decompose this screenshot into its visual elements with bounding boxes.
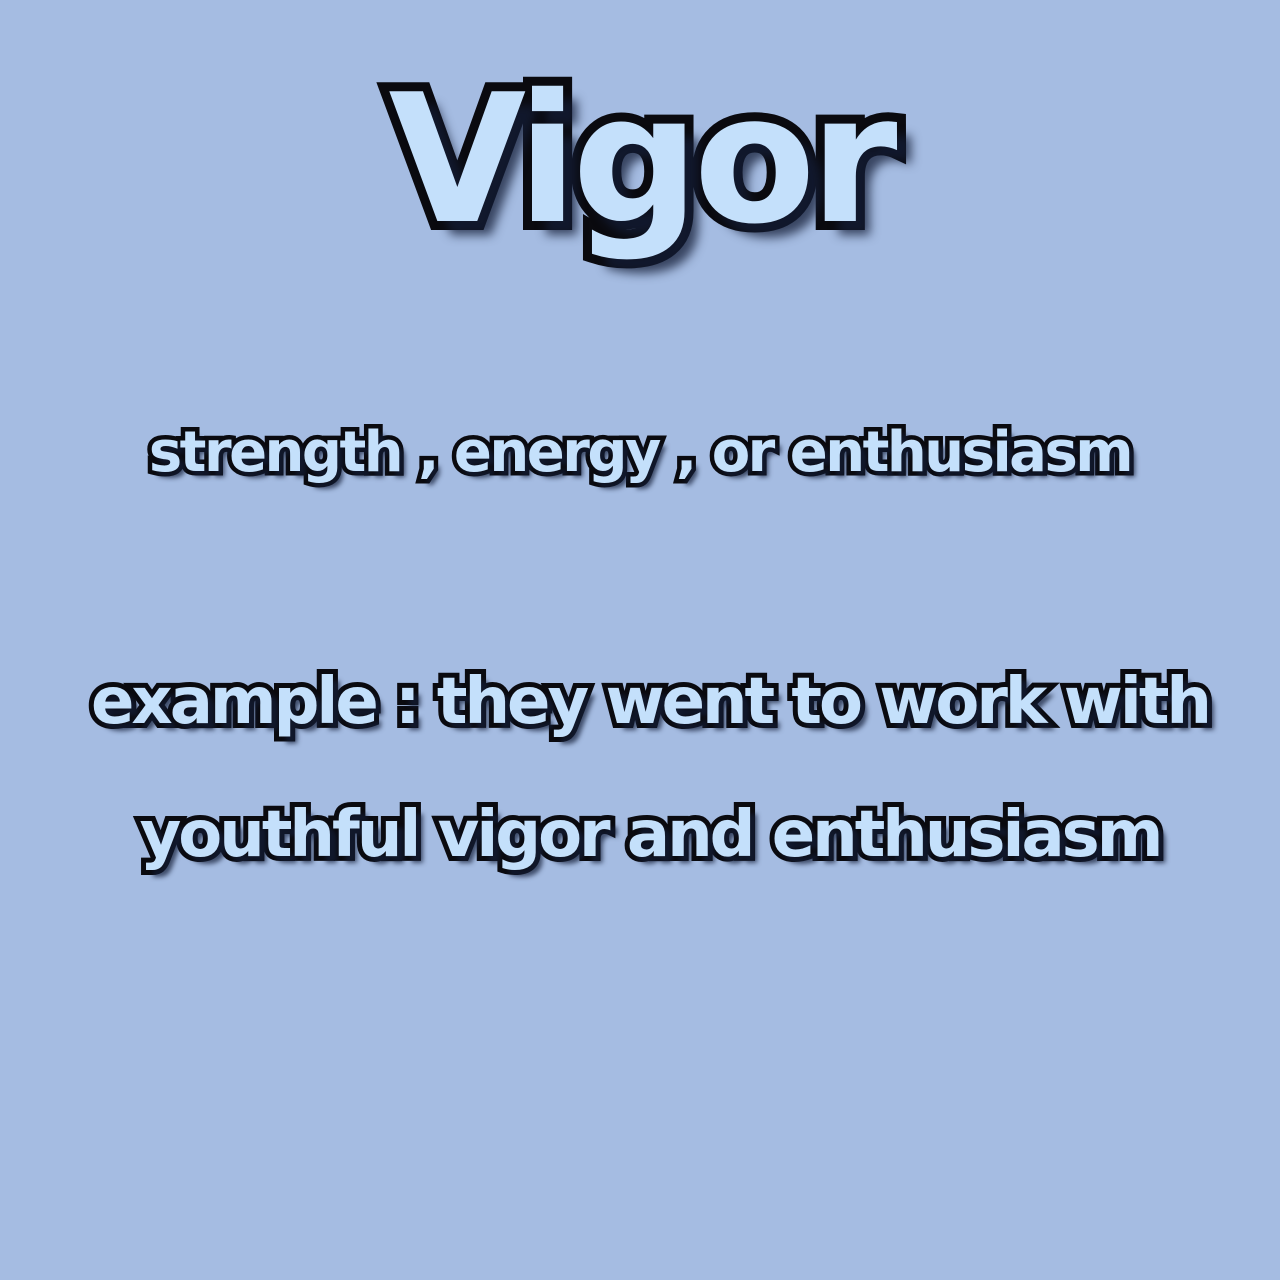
- vocabulary-card: Vigor strength , energy , or enthusiasm …: [0, 0, 1280, 1280]
- example-sentence-line-1: example : they went to work with: [86, 660, 1217, 744]
- definition-text: strength , energy , or enthusiasm: [144, 416, 1138, 490]
- word-title: Vigor: [379, 51, 906, 269]
- example-sentence-line-2: youthful vigor and enthusiasm: [135, 793, 1169, 877]
